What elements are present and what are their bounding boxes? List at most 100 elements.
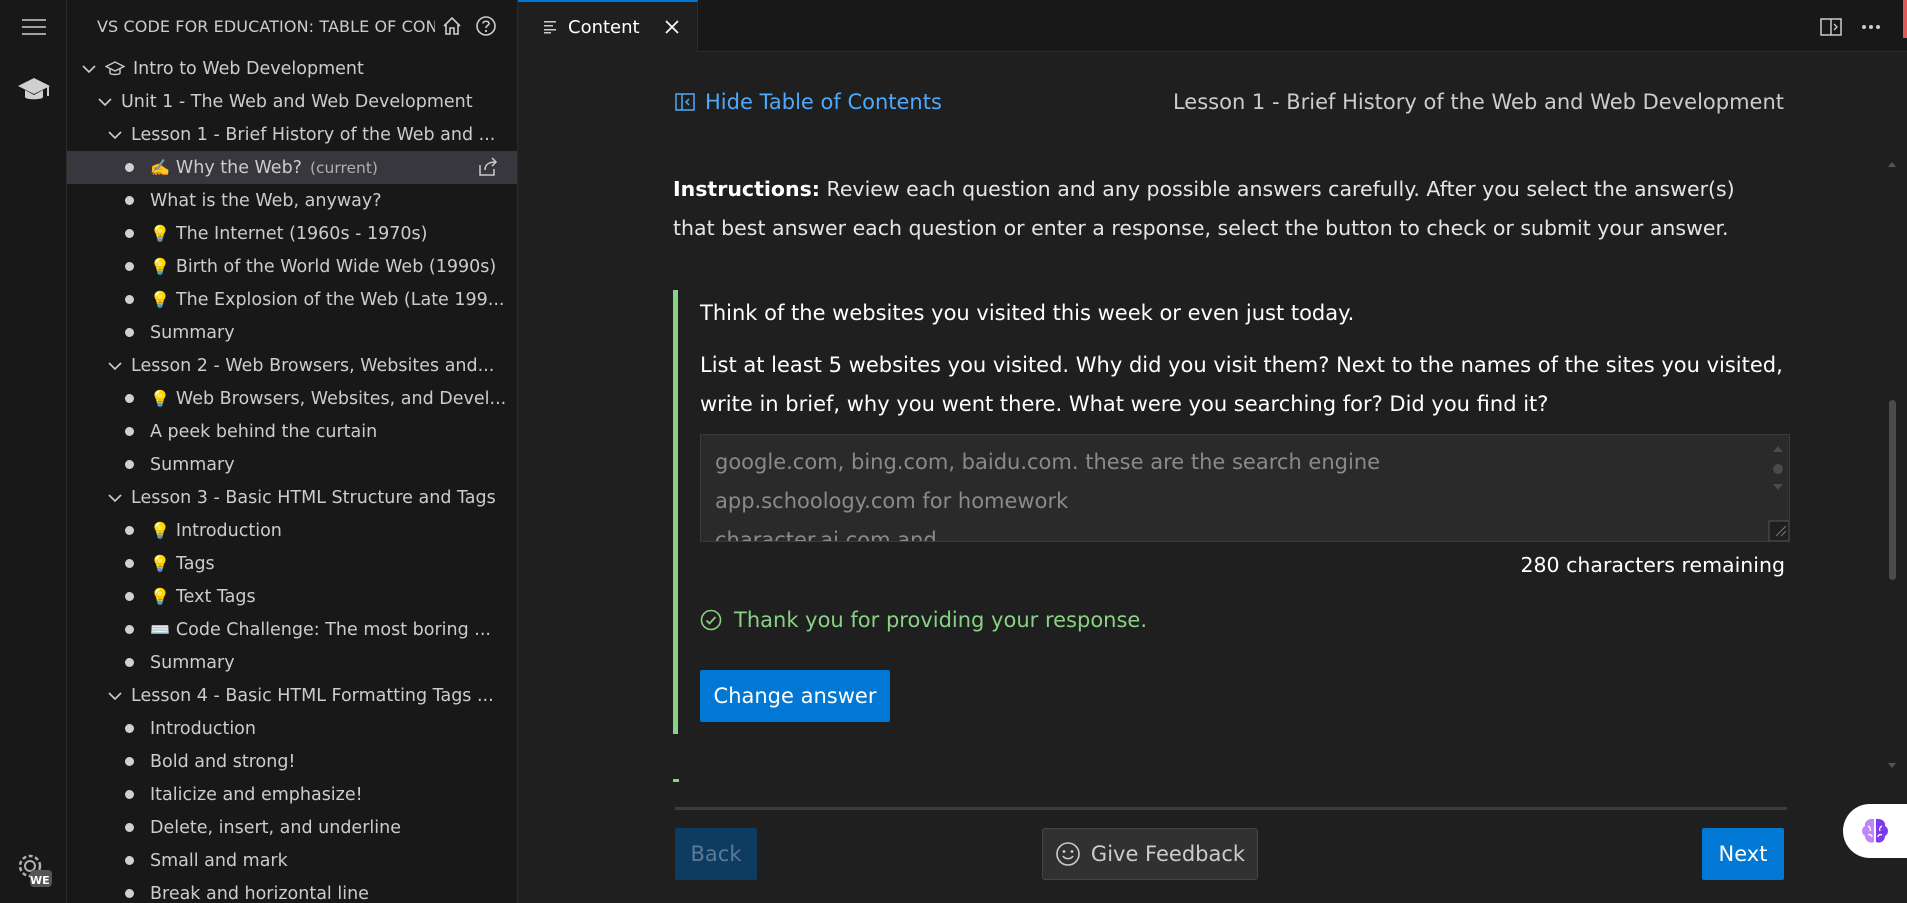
toc-page-item[interactable]: ✍️ Why the Web? (current) xyxy=(67,151,517,184)
scrollbar-thumb[interactable] xyxy=(1889,400,1896,580)
toc-folder-item[interactable]: Unit 1 - The Web and Web Development xyxy=(67,85,517,118)
toc-page-item[interactable]: 💡 Web Browsers, Websites, and Devel... xyxy=(67,382,517,415)
toc-item-label: Lesson 2 - Web Browsers, Websites and... xyxy=(131,355,495,376)
toc-item-label: Bold and strong! xyxy=(150,751,296,772)
bullet-icon xyxy=(125,856,134,865)
toc-item-label: The Explosion of the Web (Late 199... xyxy=(175,289,505,310)
activity-bar: WE xyxy=(0,0,67,903)
home-icon[interactable] xyxy=(435,11,469,41)
next-button[interactable]: Next xyxy=(1702,828,1784,880)
toc-page-item[interactable]: Introduction xyxy=(67,712,517,745)
toc-page-item[interactable]: 💡 Tags xyxy=(67,547,517,580)
share-icon[interactable] xyxy=(477,157,499,182)
writing-hand-icon: ✍️ xyxy=(150,158,170,177)
toc-page-item[interactable]: A peek behind the curtain xyxy=(67,415,517,448)
graduation-cap-icon[interactable] xyxy=(0,70,67,110)
textarea-scrollbar[interactable] xyxy=(1767,435,1789,541)
toc-page-item[interactable]: 💡 Birth of the World Wide Web (1990s) xyxy=(67,250,517,283)
window-edge-accent xyxy=(1903,0,1907,38)
toc-page-item[interactable]: ⌨️ Code Challenge: The most boring ... xyxy=(67,613,517,646)
toc-item-label: Introduction xyxy=(175,520,282,541)
bullet-icon xyxy=(125,889,134,898)
instructions-text: Review each question and any possible an… xyxy=(673,177,1735,240)
current-indicator: (current) xyxy=(309,158,378,177)
chevron-down-icon[interactable] xyxy=(95,92,115,112)
toc-page-item[interactable]: 💡 Introduction xyxy=(67,514,517,547)
preview-split-icon[interactable] xyxy=(1818,14,1844,40)
we-badge: WE xyxy=(30,874,50,887)
table-of-contents-sidebar: VS CODE FOR EDUCATION: TABLE OF CON... I… xyxy=(67,0,518,903)
toc-course-item[interactable]: Intro to Web Development xyxy=(67,52,517,85)
tab-content[interactable]: Content xyxy=(518,0,698,52)
lightbulb-icon: 💡 xyxy=(150,290,170,309)
toc-page-item[interactable]: Summary xyxy=(67,316,517,349)
hide-toc-link[interactable]: Hide Table of Contents xyxy=(675,90,942,114)
answer-textarea[interactable]: google.com, bing.com, baidu.com. these a… xyxy=(700,434,1790,542)
bullet-icon xyxy=(125,592,134,601)
toc-page-item[interactable]: Break and horizontal line xyxy=(67,877,517,903)
toc-item-label: A peek behind the curtain xyxy=(150,421,378,442)
toc-item-label: Break and horizontal line xyxy=(150,883,369,903)
lesson-title: Lesson 1 - Brief History of the Web and … xyxy=(1172,90,1784,114)
lightbulb-icon: 💡 xyxy=(150,521,170,540)
toc-item-label: Unit 1 - The Web and Web Development xyxy=(121,91,473,112)
toc-page-item[interactable]: Summary xyxy=(67,646,517,679)
bullet-icon xyxy=(125,328,134,337)
toc-item-label: Lesson 3 - Basic HTML Structure and Tags xyxy=(131,487,496,508)
settings-gear-icon[interactable]: WE xyxy=(0,848,67,892)
toc-item-label: The Internet (1960s - 1970s) xyxy=(175,223,428,244)
toc-page-item[interactable]: Bold and strong! xyxy=(67,745,517,778)
toc-page-item[interactable]: 💡 The Internet (1960s - 1970s) xyxy=(67,217,517,250)
toc-page-item[interactable]: 💡 Text Tags xyxy=(67,580,517,613)
toc-page-item[interactable]: Small and mark xyxy=(67,844,517,877)
give-feedback-button[interactable]: Give Feedback xyxy=(1042,828,1258,880)
toc-folder-item[interactable]: Lesson 3 - Basic HTML Structure and Tags xyxy=(67,481,517,514)
toc-item-label: Web Browsers, Websites, and Devel... xyxy=(175,388,507,409)
menu-icon[interactable] xyxy=(0,14,67,40)
chevron-down-icon[interactable] xyxy=(105,356,125,376)
editor-area: Content Hide Table of Contents Lesson 1 … xyxy=(518,0,1907,903)
response-confirmation: Thank you for providing your response. xyxy=(700,608,1147,632)
chevron-down-icon[interactable] xyxy=(105,686,125,706)
next-question-marker xyxy=(673,779,679,782)
footer-divider xyxy=(675,807,1787,810)
close-tab-icon[interactable] xyxy=(661,16,683,38)
bullet-icon xyxy=(125,526,134,535)
toc-folder-item[interactable]: Lesson 1 - Brief History of the Web and … xyxy=(67,118,517,151)
toc-page-item[interactable]: Summary xyxy=(67,448,517,481)
change-answer-button[interactable]: Change answer xyxy=(700,670,890,722)
more-actions-icon[interactable] xyxy=(1858,14,1884,40)
chevron-down-icon[interactable] xyxy=(105,125,125,145)
ai-assistant-button[interactable] xyxy=(1843,804,1907,858)
help-icon[interactable] xyxy=(469,11,503,41)
tab-label: Content xyxy=(568,16,640,38)
back-button[interactable]: Back xyxy=(675,828,757,880)
toc-item-label: Summary xyxy=(150,652,235,673)
toc-page-item[interactable]: What is the Web, anyway? xyxy=(67,184,517,217)
bullet-icon xyxy=(125,196,134,205)
question-block: Think of the websites you visited this w… xyxy=(673,290,1790,734)
sidebar-header: VS CODE FOR EDUCATION: TABLE OF CON... xyxy=(67,0,517,52)
toc-item-label: Tags xyxy=(175,553,215,574)
chevron-down-icon[interactable] xyxy=(105,488,125,508)
lightbulb-icon: 💡 xyxy=(150,224,170,243)
sidebar-title: VS CODE FOR EDUCATION: TABLE OF CON... xyxy=(97,16,435,36)
instructions-label: Instructions: xyxy=(673,177,820,201)
toc-folder-item[interactable]: Lesson 2 - Web Browsers, Websites and... xyxy=(67,349,517,382)
toc-item-label: Text Tags xyxy=(175,586,256,607)
bullet-icon xyxy=(125,823,134,832)
chevron-down-icon[interactable] xyxy=(79,59,99,79)
editor-scrollbar[interactable] xyxy=(1885,155,1899,775)
toc-item-label: Birth of the World Wide Web (1990s) xyxy=(175,256,497,277)
bullet-icon xyxy=(125,559,134,568)
toc-item-label: Introduction xyxy=(150,718,256,739)
toc-page-item[interactable]: Italicize and emphasize! xyxy=(67,778,517,811)
bullet-icon xyxy=(125,658,134,667)
toc-item-label: Lesson 1 - Brief History of the Web and … xyxy=(131,124,496,145)
toc-page-item[interactable]: Delete, insert, and underline xyxy=(67,811,517,844)
toc-folder-item[interactable]: Lesson 4 - Basic HTML Formatting Tags ..… xyxy=(67,679,517,712)
toc-page-item[interactable]: 💡 The Explosion of the Web (Late 199... xyxy=(67,283,517,316)
toc-item-label: Why the Web? xyxy=(175,157,302,178)
toc-item-label: What is the Web, anyway? xyxy=(150,190,382,211)
lightbulb-icon: 💡 xyxy=(150,587,170,606)
